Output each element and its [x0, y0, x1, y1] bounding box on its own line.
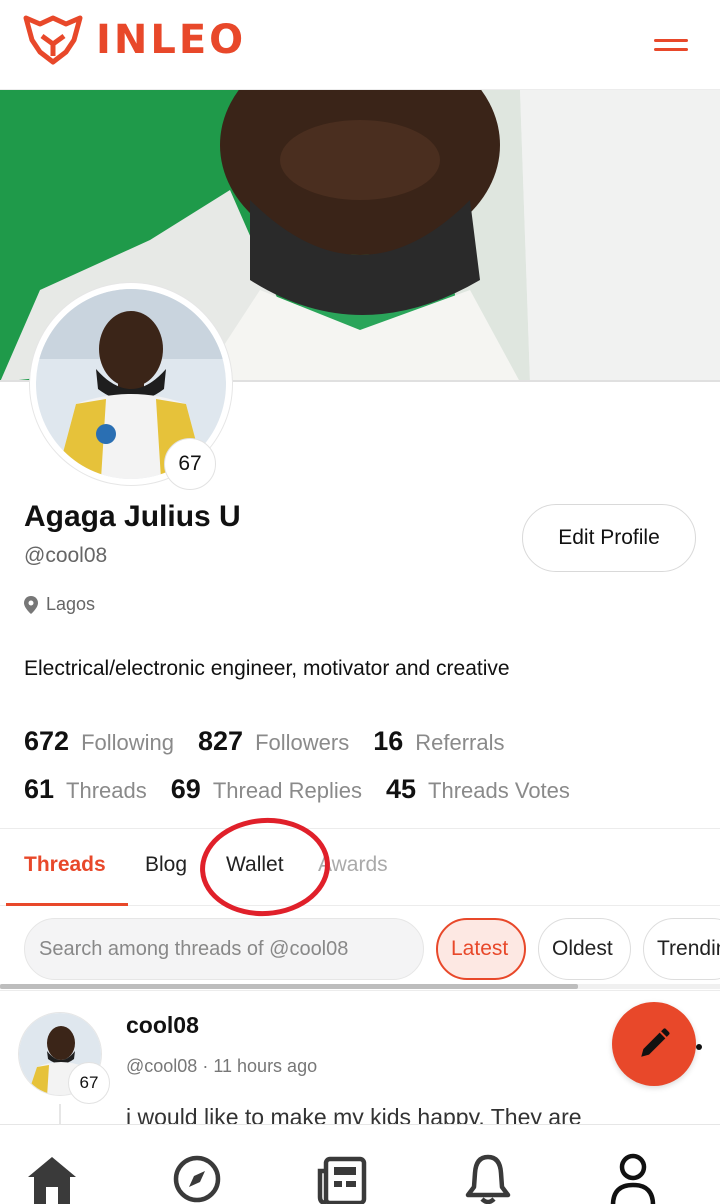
nav-explore[interactable] — [167, 1153, 227, 1204]
filter-oldest[interactable]: Oldest — [538, 918, 631, 980]
thread-author-handle[interactable]: @cool08 — [126, 1056, 197, 1076]
menu-button[interactable] — [648, 30, 692, 60]
stats-row-1: 672 Following 827 Followers 16 Referrals — [24, 726, 529, 757]
threads-label: Threads — [66, 778, 147, 803]
profile-location: Lagos — [24, 594, 95, 615]
nav-news[interactable] — [312, 1153, 372, 1204]
thread-author-name[interactable]: cool08 — [126, 1012, 199, 1039]
bell-icon — [465, 1154, 511, 1204]
location-label: Lagos — [46, 594, 96, 614]
newspaper-icon — [317, 1156, 367, 1204]
reputation-badge: 67 — [164, 438, 216, 490]
following-label[interactable]: Following — [81, 730, 174, 756]
compass-icon — [173, 1155, 221, 1203]
thread-search-input[interactable] — [24, 918, 424, 980]
tab-threads[interactable]: Threads — [24, 853, 106, 877]
stats-row-2: 61 Threads 69 Thread Replies 45 Threads … — [24, 774, 594, 805]
thread-timestamp: 11 hours ago — [213, 1056, 318, 1076]
thread-meta: @cool08 · 11 hours ago — [126, 1056, 318, 1076]
filter-latest[interactable]: Latest — [436, 918, 526, 980]
threads-count: 61 — [24, 774, 55, 804]
following-count[interactable]: 672 — [24, 726, 69, 757]
lion-logo-icon — [23, 15, 83, 65]
nav-notifications[interactable] — [458, 1153, 518, 1204]
user-icon — [610, 1153, 656, 1204]
tab-blog[interactable]: Blog — [145, 853, 187, 877]
referrals-label[interactable]: Referrals — [415, 730, 504, 756]
thread-replies-count: 69 — [170, 774, 201, 804]
edit-profile-button[interactable]: Edit Profile — [522, 504, 696, 572]
filter-scrollbar[interactable] — [0, 984, 578, 989]
logo[interactable]: INLEO — [22, 14, 246, 66]
brand-name: INLEO — [96, 17, 247, 63]
home-icon — [28, 1157, 76, 1204]
filter-trending[interactable]: Trending — [643, 918, 720, 980]
threads-votes-count: 45 — [386, 774, 417, 804]
profile-bio: Electrical/electronic engineer, motivato… — [24, 657, 510, 680]
pencil-icon — [641, 1028, 670, 1057]
followers-count[interactable]: 827 — [198, 726, 243, 757]
profile-handle: @cool08 — [24, 544, 108, 567]
active-tab-indicator — [6, 903, 128, 906]
referrals-count[interactable]: 16 — [373, 726, 403, 757]
compose-button[interactable] — [612, 1002, 696, 1086]
bottom-navigation — [0, 1124, 720, 1204]
profile-display-name: Agaga Julius U — [24, 500, 241, 533]
top-bar: INLEO — [0, 0, 720, 90]
thread-reputation-badge: 67 — [68, 1062, 110, 1104]
nav-home[interactable] — [22, 1153, 82, 1204]
thread-replies-label: Thread Replies — [212, 778, 362, 803]
threads-votes-label: Threads Votes — [428, 778, 570, 803]
nav-profile[interactable] — [603, 1153, 663, 1204]
profile-tabs: Threads Blog Wallet Awards — [0, 828, 720, 906]
location-pin-icon — [24, 595, 38, 614]
hamburger-menu-icon — [654, 39, 688, 42]
followers-label[interactable]: Followers — [255, 730, 349, 756]
